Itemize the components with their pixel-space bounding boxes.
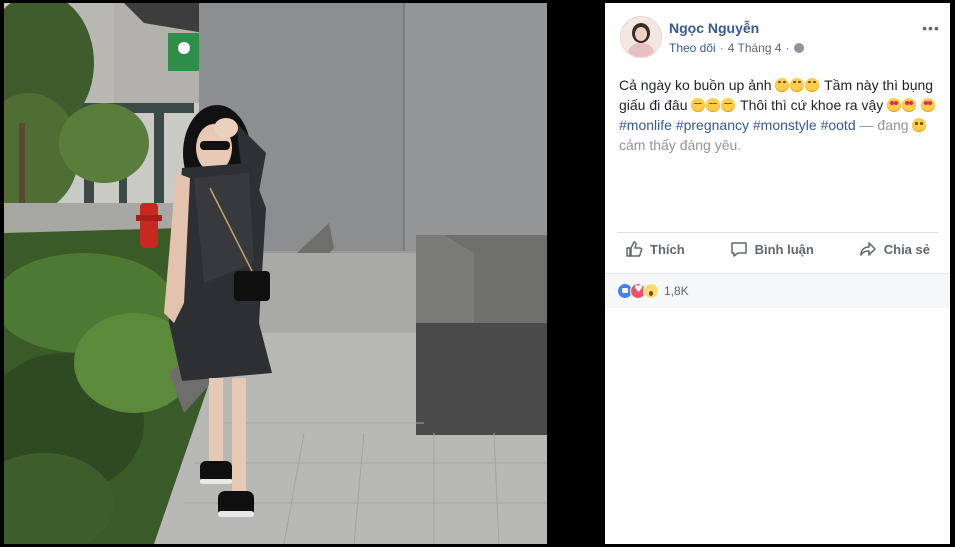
comment-icon [730, 242, 747, 257]
hashtag-link[interactable]: #monlife [619, 117, 672, 133]
like-button[interactable]: Thích [617, 233, 693, 265]
wow-reaction-icon [643, 283, 659, 299]
heart-eyes-emoji-icon [921, 98, 936, 112]
author-name-link[interactable]: Ngọc Nguyễn [669, 20, 759, 36]
post-message: Cả ngày ko buồn up ảnh Tầm này thì bụng … [619, 75, 941, 155]
reactions-summary[interactable]: 1,8K [617, 283, 689, 299]
comment-label: Bình luận [754, 241, 814, 257]
hashtag-link[interactable]: #pregnancy [676, 117, 749, 133]
share-icon [859, 242, 876, 256]
avatar-image [621, 17, 661, 57]
post-photo[interactable] [4, 3, 547, 544]
post-text-part1: Cả ngày ko buồn up ảnh [619, 77, 772, 93]
feeling-text: cảm thấy đáng yêu. [619, 137, 742, 153]
post-text-part3: Thôi thì cứ khoe ra vậy [740, 97, 884, 113]
hashtag-link[interactable]: #ootd [821, 117, 856, 133]
relieved-emoji-icon [721, 98, 736, 112]
rofl-emoji-icon [775, 78, 790, 92]
meta-separator-2: · [785, 41, 790, 55]
share-label: Chia sẻ [883, 241, 930, 257]
globe-icon [793, 43, 804, 53]
rofl-emoji-icon [805, 78, 820, 92]
photo-viewer: Ngọc Nguyễn Theo dõi · 4 Tháng 4 · ••• C… [0, 0, 955, 547]
like-label: Thích [650, 241, 685, 257]
street-fashion-photo [4, 3, 547, 544]
hashtag-link[interactable]: #monstyle [753, 117, 817, 133]
heart-eyes-emoji-icon [887, 98, 902, 112]
post-panel: Ngọc Nguyễn Theo dõi · 4 Tháng 4 · ••• C… [605, 3, 950, 544]
relieved-emoji-icon [691, 98, 706, 112]
post-meta: Theo dõi · 4 Tháng 4 · [669, 41, 804, 55]
relieved-emoji-icon [706, 98, 721, 112]
ellipsis-icon[interactable]: ••• [920, 21, 942, 37]
share-button[interactable]: Chia sẻ [851, 233, 938, 265]
post-actions: Thích Bình luận Chia sẻ [617, 233, 938, 265]
blushing-emoji-icon [912, 118, 927, 132]
post-date-link[interactable]: 4 Tháng 4 [728, 41, 782, 55]
thumbs-up-icon [626, 241, 643, 257]
feeling-prefix: — đang [859, 117, 909, 133]
comment-button[interactable]: Bình luận [722, 233, 822, 265]
author-avatar[interactable] [620, 16, 662, 58]
meta-separator: · [719, 41, 724, 55]
follow-link[interactable]: Theo dõi [669, 41, 716, 55]
reactions-bar: 1,8K [605, 273, 950, 308]
rofl-emoji-icon [790, 78, 805, 92]
reaction-count: 1,8K [664, 284, 689, 298]
heart-eyes-emoji-icon [902, 98, 917, 112]
